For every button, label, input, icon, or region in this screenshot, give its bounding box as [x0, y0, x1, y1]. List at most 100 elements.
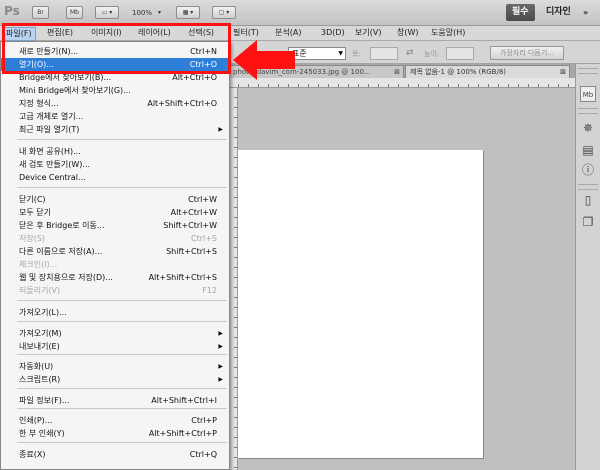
asterisk-tool-icon[interactable]: ✵ — [580, 120, 596, 136]
screen-mode-button[interactable]: ▢ ▾ — [212, 6, 236, 19]
file-menu-item[interactable]: 저장(S) Ctrl+S — [1, 232, 229, 245]
menu-item-label: 파일 정보(F)... — [19, 396, 70, 405]
height-field[interactable] — [446, 47, 474, 60]
arrange-documents-button[interactable]: ▦ ▾ — [176, 6, 200, 19]
layers-icon[interactable]: ❐ — [580, 214, 596, 230]
file-menu-item[interactable]: 파일 정보(F)... Alt+Shift+Ctrl+I — [1, 394, 229, 407]
menu-item-shortcut: Ctrl+Q — [189, 450, 217, 459]
menu-item-label: 되돌리기(V) — [19, 286, 61, 295]
file-menu-item[interactable]: 스크립트(R) ▶ — [1, 373, 229, 386]
submenu-arrow-icon: ▶ — [218, 376, 223, 383]
menu-item-label: 가져오기(M) — [19, 329, 62, 338]
menu-item-label: 한 부 인쇄(Y) — [19, 429, 65, 438]
width-label: 폭: — [352, 50, 361, 58]
width-field[interactable] — [370, 47, 398, 60]
menu-3d[interactable]: 3D(D) — [318, 27, 348, 39]
close-icon[interactable]: ⊠ — [394, 66, 400, 78]
document-icon[interactable]: ▯ — [580, 192, 596, 208]
panel-grip[interactable] — [578, 184, 598, 190]
menu-separator — [17, 408, 227, 409]
menu-item-label: 웹 및 장치용으로 저장(D)... — [19, 273, 113, 282]
mb-icon[interactable]: Mb — [580, 86, 596, 102]
file-menu-item[interactable]: 되돌리기(V) F12 — [1, 284, 229, 297]
file-menu-item[interactable]: 새 검토 만들기(W)... — [1, 158, 229, 171]
menu-item-label: 닫기(C) — [19, 195, 46, 204]
menu-item-label: 스크립트(R) — [19, 375, 61, 384]
menu-item-label: 최근 파일 열기(T) — [19, 125, 80, 134]
file-menu-item[interactable]: 닫기(C) Ctrl+W — [1, 193, 229, 206]
menu-item-shortcut: Ctrl+P — [191, 416, 217, 425]
file-menu-item[interactable]: 고급 개체로 열기... — [1, 110, 229, 123]
workspace-design[interactable]: 디자인 — [540, 4, 577, 21]
file-menu-item[interactable]: 최근 파일 열기(T) ▶ — [1, 123, 229, 136]
menu-item-shortcut: Alt+Shift+Ctrl+I — [151, 396, 217, 405]
refine-edge-button[interactable]: 가장자리 다듬기... — [490, 46, 564, 60]
menu-separator — [17, 388, 227, 389]
file-menu-item[interactable]: 가져오기(L)... — [1, 306, 229, 319]
menu-item-shortcut: Alt+Shift+Ctrl+P — [148, 429, 217, 438]
menu-item-label: 가져오기(L)... — [19, 308, 67, 317]
file-menu-item[interactable]: 인쇄(P)... Ctrl+P — [1, 414, 229, 427]
menu-separator — [17, 442, 227, 443]
menu-item-label: Device Central... — [19, 173, 86, 182]
zoom-dropdown-icon[interactable]: ▾ — [158, 9, 161, 16]
style-select[interactable]: 표준 ▼ — [288, 47, 346, 60]
mini-bridge-button[interactable]: Mb — [66, 6, 83, 19]
file-menu-item[interactable]: 다른 이름으로 저장(A)... Shift+Ctrl+S — [1, 245, 229, 258]
info-icon[interactable]: ⓘ — [580, 162, 596, 178]
file-menu-dropdown: 새로 만들기(N)... Ctrl+N 열기(O)... Ctrl+O Bridge에서… — [0, 41, 230, 470]
menu-item-label: 내보내기(E) — [19, 342, 60, 351]
document-canvas[interactable] — [238, 150, 483, 458]
file-menu-item[interactable]: 자동화(U) ▶ — [1, 360, 229, 373]
menu-item-label: 저장(S) — [19, 234, 46, 243]
menu-item-label: 내 화면 공유(H)... — [19, 147, 81, 156]
file-menu-item[interactable]: 닫은 후 Bridge로 이동... Shift+Ctrl+W — [1, 219, 229, 232]
bridge-button[interactable]: Br — [32, 6, 49, 19]
menu-window[interactable]: 창(W) — [394, 27, 422, 39]
file-menu-item[interactable]: 내 화면 공유(H)... — [1, 145, 229, 158]
file-menu-item[interactable]: 체크인(I)... — [1, 258, 229, 271]
file-menu-item[interactable]: 종료(X) Ctrl+Q — [1, 448, 229, 461]
workspace-more-icon[interactable]: » — [577, 4, 594, 21]
submenu-arrow-icon: ▶ — [218, 126, 223, 133]
menu-separator — [17, 139, 227, 140]
menu-item-shortcut: Shift+Ctrl+S — [166, 247, 217, 256]
submenu-arrow-icon: ▶ — [218, 343, 223, 350]
file-menu-item[interactable]: 한 부 인쇄(Y) Alt+Shift+Ctrl+P — [1, 427, 229, 440]
histogram-icon[interactable]: ▤ — [580, 142, 596, 158]
file-menu-item[interactable]: Device Central... — [1, 171, 229, 184]
menu-item-shortcut: Alt+Shift+Ctrl+S — [148, 273, 217, 282]
file-menu-item[interactable]: 웹 및 장치용으로 저장(D)... Alt+Shift+Ctrl+S — [1, 271, 229, 284]
zoom-level[interactable]: 100% — [132, 9, 152, 17]
menu-separator — [17, 300, 227, 301]
menu-help[interactable]: 도움말(H) — [428, 27, 468, 39]
menu-item-label: 체크인(I)... — [19, 260, 58, 269]
file-menu-item[interactable]: 모두 닫기 Alt+Ctrl+W — [1, 206, 229, 219]
swap-icon[interactable]: ⇄ — [406, 48, 414, 58]
file-menu-item[interactable]: 지정 형식... Alt+Shift+Ctrl+O — [1, 97, 229, 110]
file-menu-item[interactable]: Mini Bridge에서 찾아보기(G)... — [1, 84, 229, 97]
menu-separator — [17, 187, 227, 188]
menu-item-shortcut: F12 — [202, 286, 217, 295]
close-icon[interactable]: ⊠ — [560, 66, 566, 78]
panel-grip[interactable] — [578, 68, 598, 74]
menu-item-label: 다른 이름으로 저장(A)... — [19, 247, 103, 256]
panel-dock: Mb ✵ ▤ ⓘ ▯ ❐ — [575, 64, 600, 470]
menu-item-label: 닫은 후 Bridge로 이동... — [19, 221, 105, 230]
tab-untitled-document[interactable]: 제목 없음-1 @ 100% (RGB/8) ⊠ — [405, 65, 570, 78]
menu-view[interactable]: 보기(V) — [352, 27, 384, 39]
annotation-highlight-box — [2, 23, 231, 74]
menu-item-shortcut: Ctrl+W — [188, 195, 217, 204]
panel-grip[interactable] — [578, 108, 598, 114]
submenu-arrow-icon: ▶ — [218, 330, 223, 337]
menu-item-label: 모두 닫기 — [19, 208, 51, 217]
document-workspace[interactable] — [238, 88, 575, 470]
tab-label: 제목 없음-1 @ 100% (RGB/8) — [410, 68, 507, 76]
view-extras-button[interactable]: ▭ ▾ — [95, 6, 119, 19]
file-menu-item[interactable]: 가져오기(M) ▶ — [1, 327, 229, 340]
menu-item-label: 종료(X) — [19, 450, 46, 459]
menu-item-shortcut: Alt+Shift+Ctrl+O — [147, 99, 217, 108]
height-label: 높이: — [424, 50, 440, 58]
file-menu-item[interactable]: 내보내기(E) ▶ — [1, 340, 229, 353]
workspace-essentials[interactable]: 필수 — [506, 4, 535, 21]
